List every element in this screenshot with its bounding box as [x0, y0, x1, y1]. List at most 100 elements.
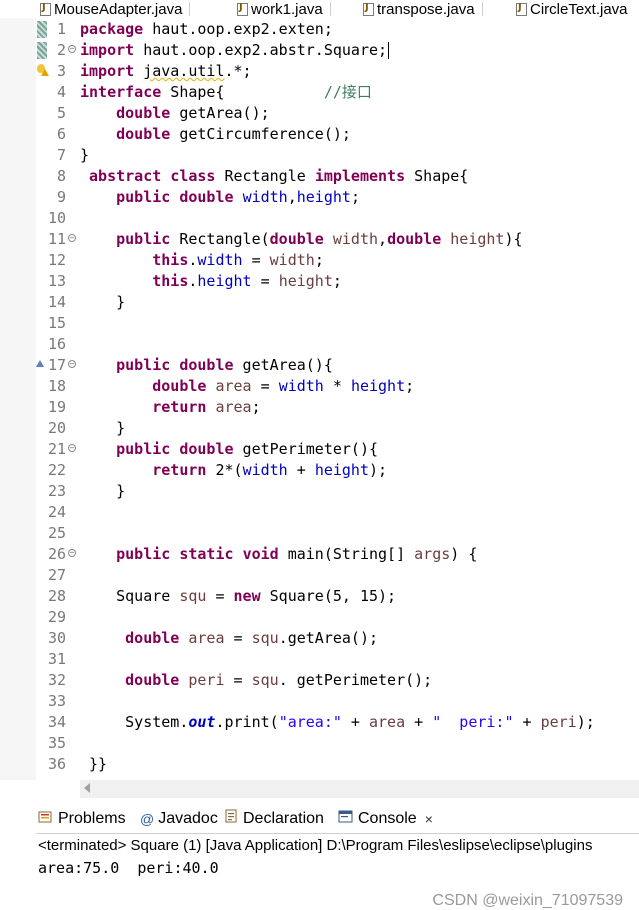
- line-number: 14: [48, 293, 67, 311]
- line-number: 34: [48, 713, 67, 731]
- line-number: 25: [48, 524, 67, 542]
- quickfix-warning-icon[interactable]: [36, 64, 49, 77]
- line-number-9: 9: [0, 187, 75, 208]
- line-number-28: 28: [0, 586, 75, 607]
- java-file-icon: [363, 2, 374, 16]
- code-line[interactable]: return 2*(width + height);: [80, 460, 387, 481]
- close-icon[interactable]: ×: [425, 811, 433, 827]
- code-line[interactable]: public double getArea(){: [80, 355, 333, 376]
- line-number: 26: [48, 545, 67, 563]
- line-number: 10: [48, 209, 67, 227]
- line-number: 36: [48, 755, 67, 773]
- console-icon: [338, 810, 354, 829]
- line-number: 13: [48, 272, 67, 290]
- tab-label: Javadoc: [158, 810, 218, 827]
- tab-work1[interactable]: work1.java: [237, 0, 331, 18]
- views-panel: Problems @ Javadoc Declaration Console ×…: [0, 805, 639, 909]
- code-line[interactable]: public static void main(String[] args) {: [80, 544, 477, 565]
- tab-declaration[interactable]: Declaration: [225, 805, 324, 833]
- fold-toggle-icon[interactable]: −: [68, 549, 76, 557]
- line-number-23: 23: [0, 481, 75, 502]
- tab-label: transpose.java: [377, 0, 475, 18]
- code-line[interactable]: }: [80, 481, 125, 502]
- line-number-21: 21−: [0, 439, 76, 460]
- tab-mouseadapter[interactable]: MouseAdapter.java: [40, 0, 191, 18]
- code-line[interactable]: this.width = width;: [80, 250, 324, 271]
- line-number-6: 6: [0, 124, 75, 145]
- line-number-34: 34: [0, 712, 75, 733]
- line-number: 24: [48, 503, 67, 521]
- line-number-8: 8: [0, 166, 75, 187]
- line-number-30: 30: [0, 628, 75, 649]
- tab-label: Problems: [58, 810, 126, 827]
- line-number: 12: [48, 251, 67, 269]
- scroll-left-icon[interactable]: [84, 783, 90, 793]
- tab-circletext[interactable]: CircleText.java: [516, 0, 628, 18]
- code-line[interactable]: import java.util.*;: [80, 61, 252, 82]
- code-line[interactable]: import haut.oop.exp2.abstr.Square;: [80, 40, 390, 61]
- line-number-16: 16: [0, 334, 75, 355]
- tab-transpose[interactable]: transpose.java: [363, 0, 483, 18]
- tab-javadoc[interactable]: @ Javadoc: [140, 805, 218, 833]
- tab-label: Console: [358, 810, 417, 827]
- line-number-19: 19: [0, 397, 75, 418]
- tab-console[interactable]: Console ×: [338, 805, 433, 833]
- code-line[interactable]: public double width,height;: [80, 187, 360, 208]
- code-line[interactable]: interface Shape{ //接口: [80, 82, 372, 103]
- line-number-33: 33: [0, 691, 75, 712]
- code-line[interactable]: double getCircumference();: [80, 124, 351, 145]
- line-number-11: 11−: [0, 229, 76, 250]
- fold-toggle-icon[interactable]: −: [68, 444, 76, 452]
- line-number: 19: [48, 398, 67, 416]
- line-number: 5: [57, 104, 67, 122]
- code-line[interactable]: Square squ = new Square(5, 15);: [80, 586, 396, 607]
- fold-toggle-icon[interactable]: −: [68, 360, 76, 368]
- line-number: 7: [57, 146, 67, 164]
- code-line[interactable]: }: [80, 418, 125, 439]
- line-number-2: 2−: [0, 40, 76, 61]
- code-line[interactable]: abstract class Rectangle implements Shap…: [80, 166, 468, 187]
- code-area[interactable]: package haut.oop.exp2.exten; import haut.…: [80, 18, 639, 780]
- line-number-4: 4: [0, 82, 75, 103]
- code-line[interactable]: double area = squ.getArea();: [80, 628, 378, 649]
- code-editor[interactable]: 1 2−3 4 5 6 7 8 9 10 11−12 13 14 15 16 17−18 19 20 21−22 2…: [0, 18, 639, 800]
- line-number-27: 27: [0, 565, 75, 586]
- fold-toggle-icon[interactable]: −: [68, 234, 76, 242]
- code-line[interactable]: double getArea();: [80, 103, 270, 124]
- console-view[interactable]: <terminated> Square (1) [Java Applicatio…: [36, 833, 639, 909]
- fold-toggle-icon[interactable]: −: [68, 45, 76, 53]
- java-file-icon: [516, 2, 527, 16]
- line-number: 27: [48, 566, 67, 584]
- code-line[interactable]: this.height = height;: [80, 271, 342, 292]
- code-line[interactable]: double peri = squ. getPerimeter();: [80, 670, 432, 691]
- code-line[interactable]: return area;: [80, 397, 260, 418]
- line-number-29: 29: [0, 607, 75, 628]
- line-number: 9: [57, 188, 67, 206]
- code-line[interactable]: public double getPerimeter(){: [80, 439, 378, 460]
- line-number: 32: [48, 671, 67, 689]
- tab-label: MouseAdapter.java: [54, 0, 183, 18]
- at-icon: @: [140, 811, 155, 827]
- code-line[interactable]: }}: [80, 754, 107, 775]
- line-number: 20: [48, 419, 67, 437]
- line-number: 30: [48, 629, 67, 647]
- watermark: CSDN @weixin_71097539: [432, 892, 623, 909]
- code-line[interactable]: }: [80, 145, 89, 166]
- code-line[interactable]: public Rectangle(double width,double hei…: [80, 229, 522, 250]
- code-line[interactable]: System.out.print("area:" + area + " peri…: [80, 712, 595, 733]
- line-number-31: 31: [0, 649, 75, 670]
- line-number: 4: [57, 83, 67, 101]
- code-line[interactable]: }: [80, 292, 125, 313]
- line-number: 3: [57, 62, 67, 80]
- line-number-25: 25: [0, 523, 75, 544]
- implements-marker-icon[interactable]: [36, 360, 44, 367]
- code-line[interactable]: double area = width * height;: [80, 376, 414, 397]
- line-number: 23: [48, 482, 67, 500]
- tab-problems[interactable]: Problems: [38, 805, 126, 833]
- code-line[interactable]: package haut.oop.exp2.exten;: [80, 19, 333, 40]
- horizontal-scrollbar[interactable]: [80, 780, 639, 798]
- line-number-12: 12: [0, 250, 75, 271]
- tab-label: work1.java: [251, 0, 323, 18]
- line-number-15: 15: [0, 313, 75, 334]
- line-number: 33: [48, 692, 67, 710]
